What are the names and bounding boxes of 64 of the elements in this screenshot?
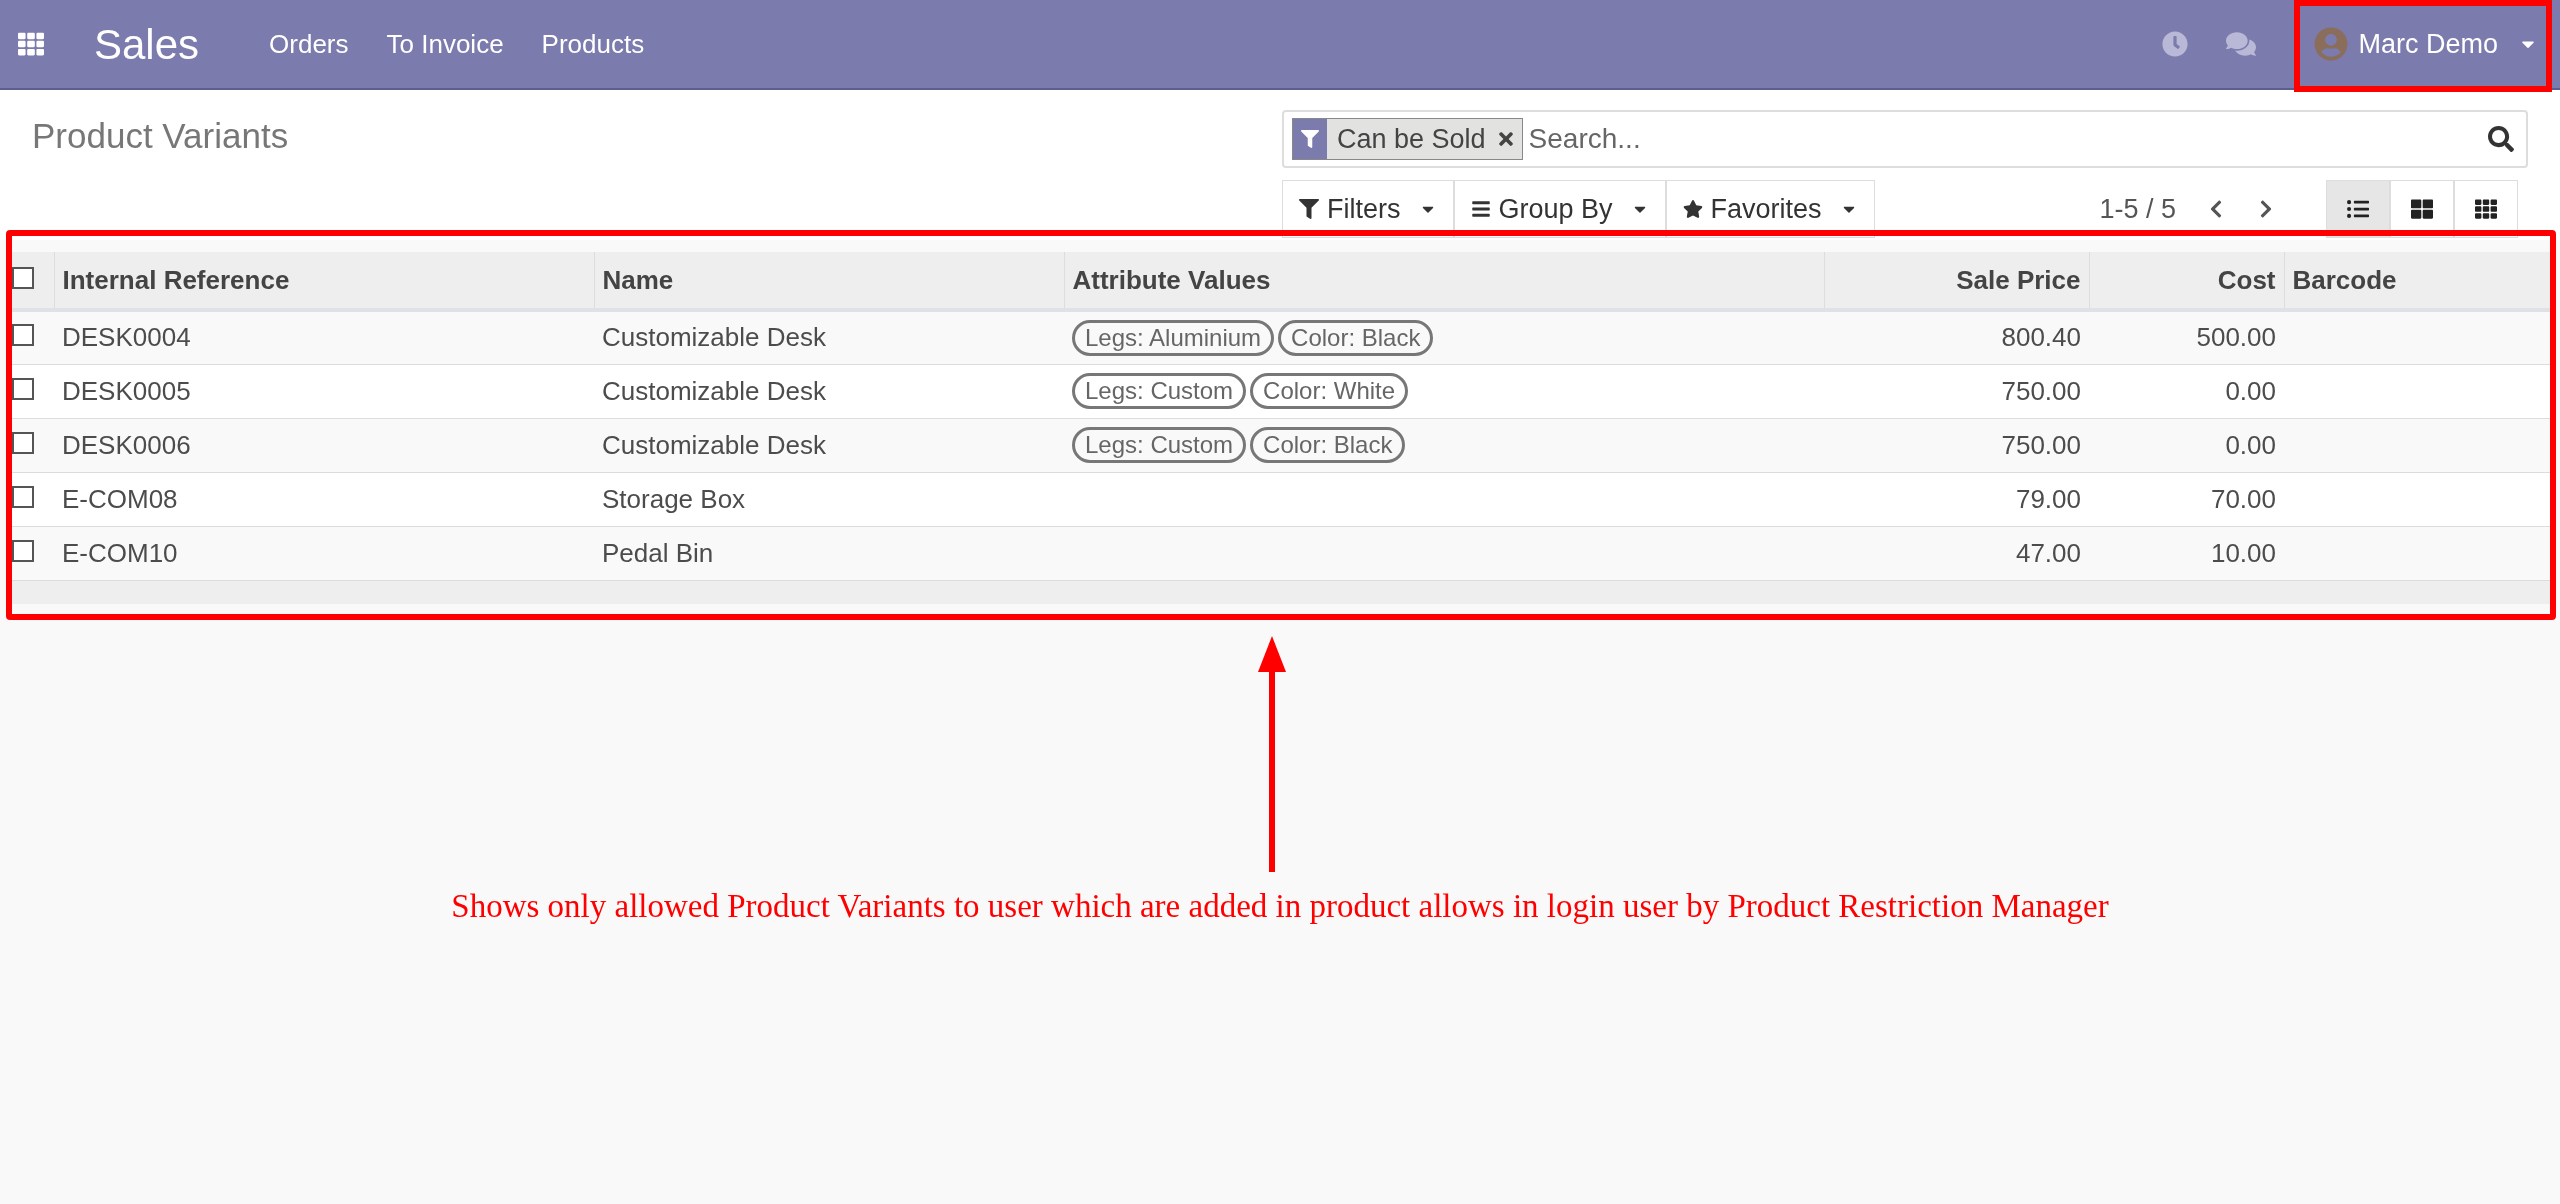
table-cell: 800.40 [1824,310,2089,364]
table-cell: Customizable Desk [594,418,1064,472]
search-field[interactable]: Can be Sold Search... [1282,110,2528,168]
pager-value[interactable]: 1-5 / 5 [2099,188,2176,230]
view-switch-button[interactable] [2390,180,2454,238]
table-cell: 750.00 [1824,364,2089,418]
filter-icon [1301,130,1319,148]
column-header[interactable]: Name [594,252,1064,310]
table-cell: 500.00 [2089,310,2284,364]
app-name[interactable]: Sales [94,12,200,76]
grid-view-icon [2475,198,2497,220]
attribute-tag: Legs: Aluminium [1072,319,1275,356]
facet-label: Can be Sold [1336,122,1487,156]
page-title: Product Variants [32,115,290,157]
checkbox[interactable] [12,266,34,289]
column-header[interactable]: Attribute Values [1064,252,1824,310]
column-header[interactable]: Sale Price [1824,252,2089,310]
star-icon [1682,199,1703,219]
attribute-tag: Color: Black [1250,427,1406,463]
table-cell: DESK0005 [54,364,594,418]
table-cell: 0.00 [2089,364,2284,418]
table-cell: DESK0006 [54,418,594,472]
table-cell: Customizable Desk [594,310,1064,364]
column-header[interactable]: Barcode [2284,252,2552,310]
attribute-tag: Legs: Custom [1072,427,1247,463]
apps-menu-icon[interactable] [18,31,44,57]
menu-icon [1470,199,1491,219]
table-cell: 47.00 [1824,526,2089,580]
user-menu[interactable]: Marc Demo [2314,23,2538,65]
checkbox[interactable] [12,377,34,400]
view-switch-button[interactable] [2326,180,2390,238]
table-cell: Pedal Bin [594,526,1064,580]
search-icon[interactable] [2488,126,2514,152]
table-cell: E-COM10 [54,526,594,580]
attribute-tag: Legs: Custom [1072,373,1247,409]
table-cell: DESK0004 [54,310,594,364]
table-cell: Customizable Desk [594,364,1064,418]
checkbox[interactable] [12,324,34,347]
checkbox[interactable] [12,539,34,562]
search-input[interactable]: Search... [1528,118,2488,160]
table-cell: Storage Box [594,472,1064,526]
table-cell: 750.00 [1824,418,2089,472]
column-header[interactable]: Cost [2089,252,2284,310]
table-cell: 10.00 [2089,526,2284,580]
avatar-icon [2314,27,2349,61]
filter-icon [1299,199,1319,219]
attribute-tag: Color: Black [1278,319,1434,356]
table-cell: E-COM08 [54,472,594,526]
annotation-text: Shows only allowed Product Variants to user which are added in product allows in login user by Product Restriction Manager [451,887,2109,926]
dropdown-button[interactable]: Filters [1282,180,1454,238]
table-cell: 79.00 [1824,472,2089,526]
table-cell: 0.00 [2089,418,2284,472]
filter-facet[interactable]: Can be Sold [1292,118,1523,160]
checkbox[interactable] [12,485,34,508]
menu-link[interactable]: To Invoice [386,24,504,64]
column-header[interactable]: Internal Reference [54,252,594,310]
attribute-tag: Color: White [1250,373,1409,409]
kanban-view-icon [2411,198,2433,220]
list-view-icon [2347,198,2369,220]
view-switch-button[interactable] [2454,180,2518,238]
table-cell: 70.00 [2089,472,2284,526]
menu-link[interactable]: Products [541,24,645,64]
checkbox[interactable] [12,431,34,454]
menu-link[interactable]: Orders [269,24,349,64]
